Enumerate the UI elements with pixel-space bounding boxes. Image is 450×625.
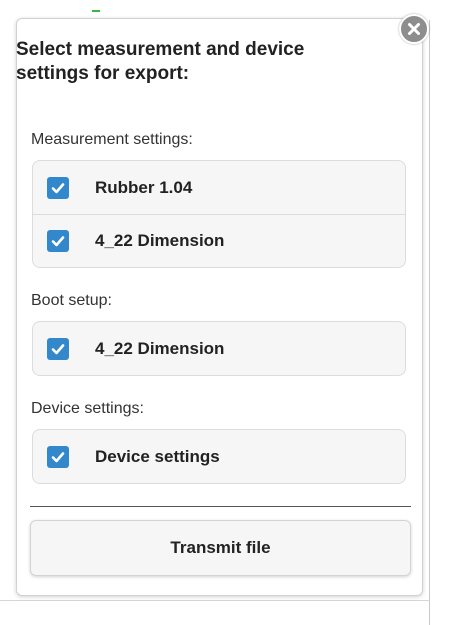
device-item-settings[interactable]: Device settings [33, 430, 405, 483]
close-icon [407, 22, 421, 36]
dialog-title-line-2: settings for export: [16, 63, 190, 84]
dialog-divider [30, 506, 411, 507]
checkbox-checked-icon[interactable] [47, 445, 69, 468]
close-button[interactable] [399, 14, 429, 44]
checkbox-checked-icon[interactable] [47, 176, 69, 199]
device-item-label: Device settings [95, 446, 220, 466]
measurement-item-label: 4_22 Dimension [95, 231, 225, 250]
background-divider-vertical [429, 20, 430, 625]
measurement-item-dimension[interactable]: 4_22 Dimension [33, 214, 405, 267]
device-settings-label: Device settings: [31, 400, 144, 417]
measurement-item-label: Rubber 1.04 [95, 177, 193, 197]
dialog-title-line-1: Select measurement and device [16, 39, 305, 60]
measurement-item-rubber[interactable]: Rubber 1.04 [33, 161, 405, 214]
measurement-settings-label: Measurement settings: [31, 131, 193, 148]
boot-item-dimension[interactable]: 4_22 Dimension [33, 322, 405, 375]
background-divider-horizontal [0, 600, 430, 601]
boot-setup-group: 4_22 Dimension [32, 321, 406, 376]
background-accent [92, 10, 100, 12]
boot-item-label: 4_22 Dimension [95, 338, 225, 358]
measurement-settings-group: Rubber 1.04 4_22 Dimension [32, 160, 406, 268]
device-settings-group: Device settings [32, 429, 406, 484]
checkbox-checked-icon[interactable] [47, 337, 69, 360]
checkbox-checked-icon[interactable] [47, 230, 69, 252]
dialog-title: Select measurement and device settings f… [16, 38, 386, 86]
boot-setup-label: Boot setup: [31, 292, 112, 309]
transmit-file-button[interactable]: Transmit file [30, 520, 411, 576]
